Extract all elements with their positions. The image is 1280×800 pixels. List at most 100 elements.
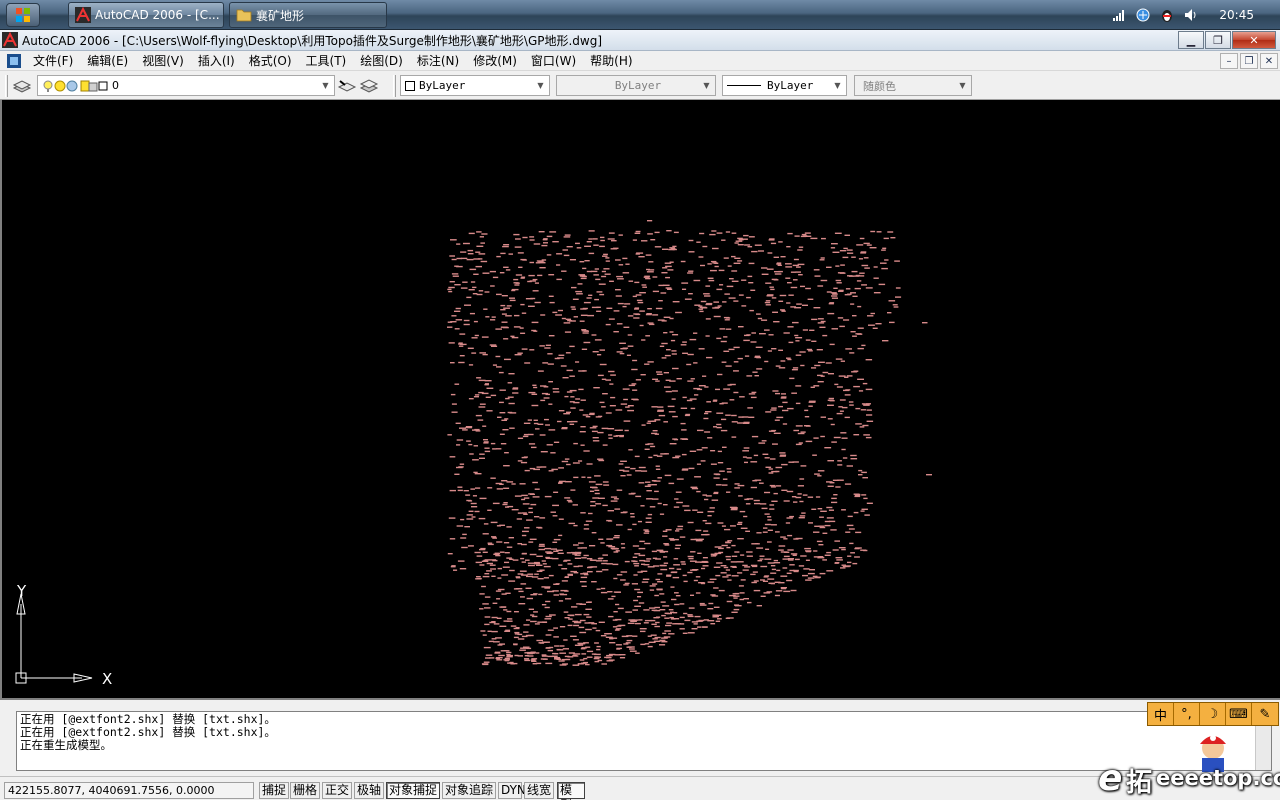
- window-titlebar[interactable]: AutoCAD 2006 - [C:\Users\Wolf-flying\Des…: [0, 30, 1280, 51]
- survey-point: [624, 560, 630, 563]
- chevron-down-icon[interactable]: ▼: [830, 77, 845, 94]
- survey-point: [606, 654, 613, 657]
- menu-dimension[interactable]: 标注(N): [410, 52, 466, 69]
- status-toggle[interactable]: 极轴: [354, 782, 384, 799]
- drawing-area[interactable]: Y X: [0, 100, 1280, 698]
- restore-button[interactable]: ❐: [1205, 31, 1231, 49]
- coordinate-readout[interactable]: 422155.8077, 4040691.7556, 0.0000: [4, 782, 254, 799]
- menu-edit[interactable]: 编辑(E): [80, 52, 135, 69]
- survey-point: [492, 537, 497, 539]
- menu-file[interactable]: 文件(F): [26, 52, 80, 69]
- make-current-layer-icon[interactable]: [336, 75, 358, 97]
- start-button[interactable]: [6, 3, 40, 27]
- survey-point: [586, 650, 594, 653]
- survey-point: [659, 593, 665, 595]
- survey-point: [496, 541, 503, 543]
- signal-icon[interactable]: [1111, 7, 1127, 23]
- autocad-app-icon[interactable]: [2, 32, 18, 48]
- survey-point: [624, 582, 630, 585]
- survey-point: [569, 259, 576, 261]
- survey-point: [622, 272, 630, 274]
- survey-point: [626, 635, 633, 637]
- toolbar-grip[interactable]: [393, 74, 396, 97]
- survey-point: [511, 662, 518, 665]
- keyboard-icon[interactable]: ⌨: [1226, 703, 1252, 725]
- survey-point: [468, 398, 474, 400]
- survey-point: [517, 573, 524, 575]
- survey-point: [594, 642, 599, 644]
- toolbar-grip[interactable]: [5, 74, 8, 97]
- survey-point: [826, 551, 832, 554]
- survey-point: [866, 244, 872, 246]
- lineweight-dropdown[interactable]: ByLayer ▼: [722, 75, 847, 96]
- doc-minimize-button[interactable]: –: [1220, 53, 1238, 69]
- linetype-dropdown[interactable]: ByLayer ▼: [556, 75, 716, 96]
- menu-window[interactable]: 窗口(W): [524, 52, 583, 69]
- doc-restore-button[interactable]: ❐: [1240, 53, 1258, 69]
- chevron-down-icon[interactable]: ▼: [955, 77, 970, 94]
- survey-point: [500, 650, 508, 652]
- survey-point: [583, 341, 591, 344]
- survey-point: [770, 458, 776, 460]
- network-icon[interactable]: [1135, 7, 1151, 23]
- ime-chinese-toggle[interactable]: 中: [1148, 703, 1174, 725]
- menu-modify[interactable]: 修改(M): [466, 52, 524, 69]
- survey-point: [628, 384, 636, 387]
- menu-help[interactable]: 帮助(H): [583, 52, 639, 69]
- qq-penguin-icon[interactable]: [1159, 7, 1175, 23]
- survey-point: [736, 523, 743, 525]
- wrench-icon[interactable]: ✎: [1252, 703, 1278, 725]
- status-toggle[interactable]: DYN: [498, 782, 526, 799]
- command-history[interactable]: 正在用 [@extfont2.shx] 替换 [txt.shx]。 正在用 [@…: [16, 711, 1272, 771]
- minimize-button[interactable]: ▁: [1178, 31, 1204, 49]
- layer-manager-icon[interactable]: [11, 75, 33, 97]
- menu-draw[interactable]: 绘图(D): [353, 52, 410, 69]
- chevron-down-icon[interactable]: ▼: [699, 77, 714, 94]
- close-button[interactable]: ✕: [1232, 31, 1276, 49]
- survey-point: [725, 231, 731, 233]
- survey-point: [519, 649, 526, 651]
- survey-point: [502, 503, 508, 506]
- chevron-down-icon[interactable]: ▼: [318, 77, 333, 94]
- survey-point: [771, 297, 777, 299]
- survey-point: [519, 327, 524, 329]
- chevron-down-icon[interactable]: ▼: [533, 77, 548, 94]
- survey-point: [568, 522, 575, 525]
- command-line: 正在重生成模型。: [20, 738, 112, 752]
- status-toggle[interactable]: 栅格: [290, 782, 320, 799]
- menu-view[interactable]: 视图(V): [135, 52, 191, 69]
- survey-point: [563, 413, 570, 415]
- document-icon[interactable]: [6, 53, 22, 69]
- volume-icon[interactable]: [1183, 7, 1199, 23]
- survey-point: [635, 230, 641, 233]
- status-toggle[interactable]: 捕捉: [259, 782, 289, 799]
- status-toggle[interactable]: 对象捕捉: [386, 782, 440, 799]
- survey-point: [504, 561, 510, 564]
- taskbar-item-autocad[interactable]: AutoCAD 2006 - [C...: [68, 2, 224, 28]
- survey-point: [550, 452, 556, 454]
- layer-previous-icon[interactable]: [358, 75, 380, 97]
- survey-point: [474, 394, 480, 396]
- survey-point: [630, 492, 636, 495]
- status-toggle[interactable]: 正交: [322, 782, 352, 799]
- clock[interactable]: 20:45: [1219, 8, 1254, 22]
- menu-insert[interactable]: 插入(I): [191, 52, 242, 69]
- menu-tools[interactable]: 工具(T): [299, 52, 354, 69]
- survey-point: [663, 556, 668, 558]
- survey-point: [770, 242, 777, 245]
- layer-dropdown[interactable]: 0 ▼: [37, 75, 335, 96]
- status-toggle[interactable]: 线宽: [524, 782, 554, 799]
- survey-point: [515, 238, 521, 240]
- plotstyle-dropdown[interactable]: 随颜色 ▼: [854, 75, 972, 96]
- doc-close-button[interactable]: ✕: [1260, 53, 1278, 69]
- menu-format[interactable]: 格式(O): [242, 52, 299, 69]
- ime-punctuation-toggle[interactable]: °,: [1174, 703, 1200, 725]
- color-dropdown[interactable]: ByLayer ▼: [400, 75, 550, 96]
- survey-point: [615, 289, 621, 291]
- status-toggle[interactable]: 模型: [557, 782, 585, 800]
- survey-point: [714, 262, 719, 264]
- status-toggle[interactable]: 对象追踪: [442, 782, 496, 799]
- survey-point: [663, 332, 668, 334]
- taskbar-item-folder[interactable]: 襄矿地形: [229, 2, 387, 28]
- ime-fullwidth-toggle[interactable]: ☽: [1200, 703, 1226, 725]
